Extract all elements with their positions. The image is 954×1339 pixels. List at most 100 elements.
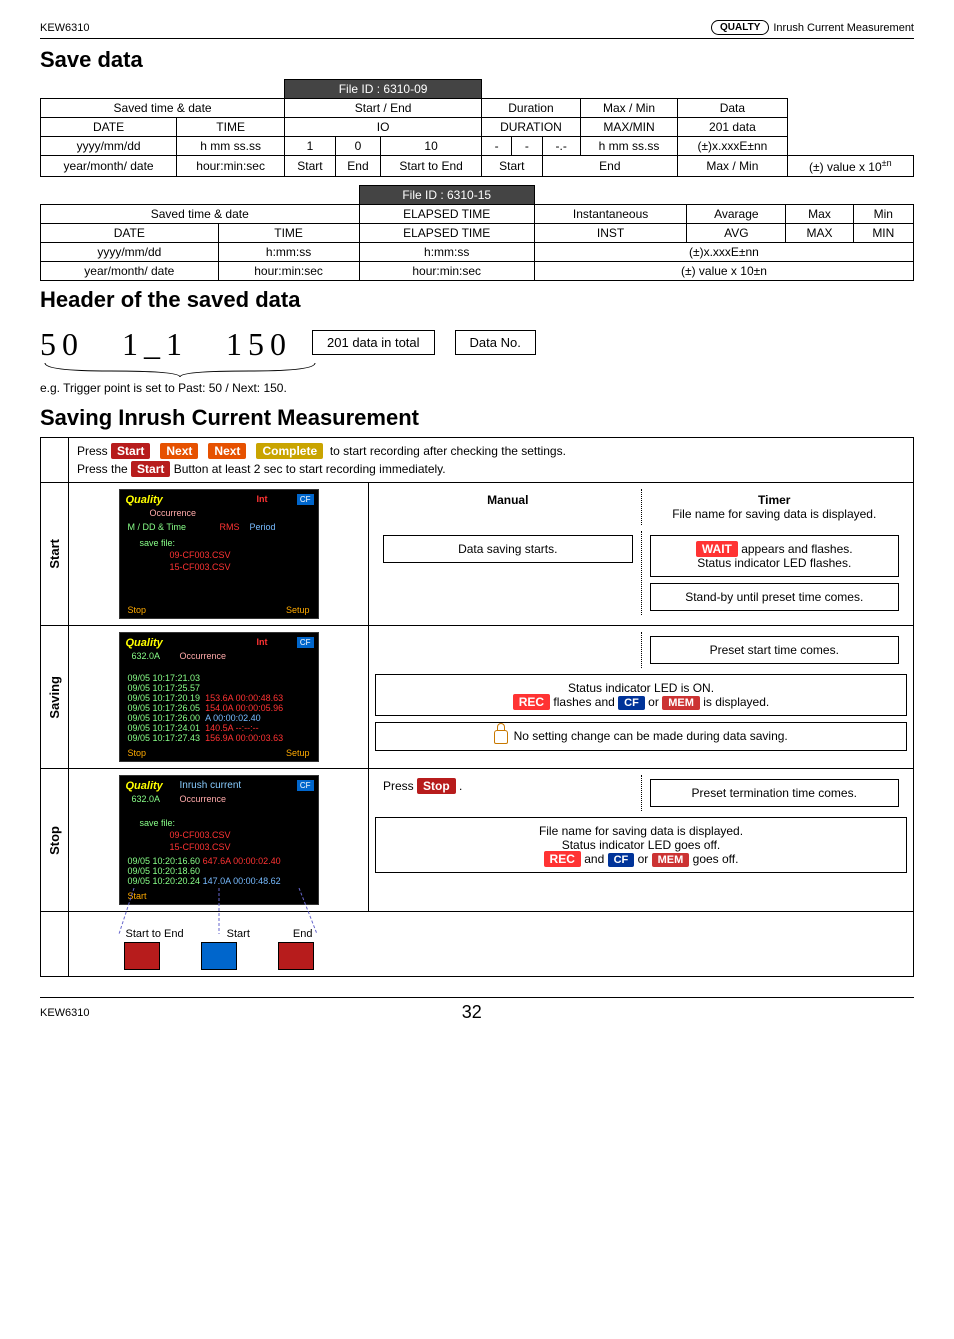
- goes-off-box: File name for saving data is displayed. …: [375, 817, 907, 873]
- trigger-note: e.g. Trigger point is set to Past: 50 / …: [40, 381, 914, 395]
- t1-ymd: year/month/ date: [41, 156, 177, 177]
- mem-chip: MEM: [662, 696, 700, 710]
- t1-dur2: DURATION: [482, 118, 581, 137]
- file-table-1: File ID : 6310-09 Saved time & date Star…: [40, 79, 914, 177]
- t2-exn: (±)x.xxxE±nn: [534, 243, 913, 262]
- t2-hms: h:mm:ss: [218, 243, 359, 262]
- t1-mm2: MAX/MIN: [580, 118, 677, 137]
- start-end-box-1: [124, 942, 160, 970]
- data-saving-starts: Data saving starts.: [383, 535, 633, 563]
- t1-end2: End: [542, 156, 678, 177]
- standby-box: Stand-by until preset time comes.: [650, 583, 900, 611]
- stage-saving-label: Saving: [47, 676, 62, 719]
- t2-avg2: AVG: [687, 224, 786, 243]
- t1-start: Start: [285, 156, 336, 177]
- cf-chip: CF: [618, 696, 645, 710]
- total-box: 201 data in total: [312, 330, 435, 355]
- t2-inst: Instantaneous: [534, 205, 686, 224]
- t1-201: 201 data: [678, 118, 787, 137]
- t2-hms2: h:mm:ss: [359, 243, 534, 262]
- start-button[interactable]: Start: [111, 443, 150, 459]
- mem-chip-2: MEM: [652, 853, 690, 867]
- t1-duration: Duration: [482, 99, 581, 118]
- t2-saved: Saved time & date: [41, 205, 360, 224]
- t2-elapsed: ELAPSED TIME: [359, 205, 534, 224]
- t1-ste: Start to End: [381, 156, 482, 177]
- t2-val10: (±) value x 10±n: [534, 262, 913, 281]
- start-end-box-2: [201, 942, 237, 970]
- timer-desc: File name for saving data is displayed.: [672, 507, 876, 521]
- header-saved-title: Header of the saved data: [40, 287, 914, 313]
- t2-hms3: hour:min:sec: [218, 262, 359, 281]
- start-end-box-3: [278, 942, 314, 970]
- stop-button[interactable]: Stop: [417, 778, 456, 794]
- header-left: KEW6310: [40, 22, 90, 34]
- flow-diagram: Press Start Next Next Complete to start …: [40, 437, 914, 977]
- t1-10: 10: [381, 137, 482, 156]
- t2-yyyy: yyyy/mm/dd: [41, 243, 219, 262]
- file-id-1: File ID : 6310-09: [285, 80, 482, 99]
- preset-term-box: Preset termination time comes.: [650, 779, 900, 807]
- t1-exn: (±)x.xxxE±nn: [678, 137, 787, 156]
- start-button-2[interactable]: Start: [131, 461, 170, 477]
- t1-d4: h mm ss.ss: [580, 137, 677, 156]
- file-id-2: File ID : 6310-15: [359, 186, 534, 205]
- timer-label: Timer: [758, 493, 790, 507]
- wait-chip: WAIT: [696, 541, 738, 557]
- datano-box: Data No.: [455, 330, 536, 355]
- saving-title: Saving Inrush Current Measurement: [40, 405, 914, 431]
- stage-start-label: Start: [47, 539, 62, 569]
- t1-d2: -: [512, 137, 542, 156]
- t2-max: Max: [786, 205, 853, 224]
- t1-maxmin: Max / Min: [580, 99, 677, 118]
- rec-chip-2: REC: [544, 851, 581, 867]
- header-right: QUALTY Inrush Current Measurement: [711, 20, 914, 35]
- footer-page: 32: [462, 1002, 482, 1023]
- manual-label: Manual: [487, 493, 528, 507]
- t2-hms4: hour:min:sec: [359, 262, 534, 281]
- t1-yyyy: yyyy/mm/dd: [41, 137, 177, 156]
- screenshot-start: Quality Int CF Occurrence M / DD & Time …: [119, 489, 319, 619]
- t1-data: Data: [678, 99, 787, 118]
- stage-stop-label: Stop: [47, 826, 62, 855]
- t1-time: TIME: [177, 118, 285, 137]
- t1-mm3: Max / Min: [678, 156, 787, 177]
- footer-left: KEW6310: [40, 1007, 90, 1019]
- qualty-badge: QUALTY: [711, 20, 769, 35]
- t1-hms: h mm ss.ss: [177, 137, 285, 156]
- complete-button[interactable]: Complete: [256, 443, 323, 459]
- press-row-2: Press the Start Button at least 2 sec to…: [77, 462, 905, 476]
- t2-min2: MIN: [853, 224, 913, 243]
- no-setting-box: No setting change can be made during dat…: [375, 722, 907, 751]
- led-on-box: Status indicator LED is ON. REC flashes …: [375, 674, 907, 716]
- header-section: Inrush Current Measurement: [773, 22, 914, 34]
- t2-max2: MAX: [786, 224, 853, 243]
- next-button-2[interactable]: Next: [208, 443, 246, 459]
- t1-startend: Start / End: [285, 99, 482, 118]
- t1-io: IO: [285, 118, 482, 137]
- cf-chip-2: CF: [608, 853, 635, 867]
- t2-time: TIME: [218, 224, 359, 243]
- start-end-diagram: Start to End Start End: [104, 928, 334, 970]
- rec-chip: REC: [513, 694, 550, 710]
- lock-icon: [494, 730, 508, 744]
- t2-date: DATE: [41, 224, 219, 243]
- t2-min: Min: [853, 205, 913, 224]
- screenshot-stop: Quality Inrush current CF 632.0A Occurre…: [119, 775, 319, 905]
- next-button-1[interactable]: Next: [160, 443, 198, 459]
- save-data-title: Save data: [40, 47, 914, 73]
- t2-inst2: INST: [534, 224, 686, 243]
- t1-end: End: [335, 156, 380, 177]
- file-table-2: File ID : 6310-15 Saved time & date ELAP…: [40, 185, 914, 281]
- screenshot-saving: Quality Int CF 632.0A Occurrence 09/05 1…: [119, 632, 319, 762]
- t1-date: DATE: [41, 118, 177, 137]
- big-number: 50 1_1 150: [40, 319, 292, 365]
- preset-start-box: Preset start time comes.: [650, 636, 900, 664]
- t2-ymd: year/month/ date: [41, 262, 219, 281]
- t1-1: 1: [285, 137, 336, 156]
- t1-hms2: hour:min:sec: [177, 156, 285, 177]
- press-row-1: Press Start Next Next Complete to start …: [77, 444, 905, 458]
- t1-d1: -: [482, 137, 512, 156]
- t2-elapsed2: ELAPSED TIME: [359, 224, 534, 243]
- t1-d3: -.-: [542, 137, 580, 156]
